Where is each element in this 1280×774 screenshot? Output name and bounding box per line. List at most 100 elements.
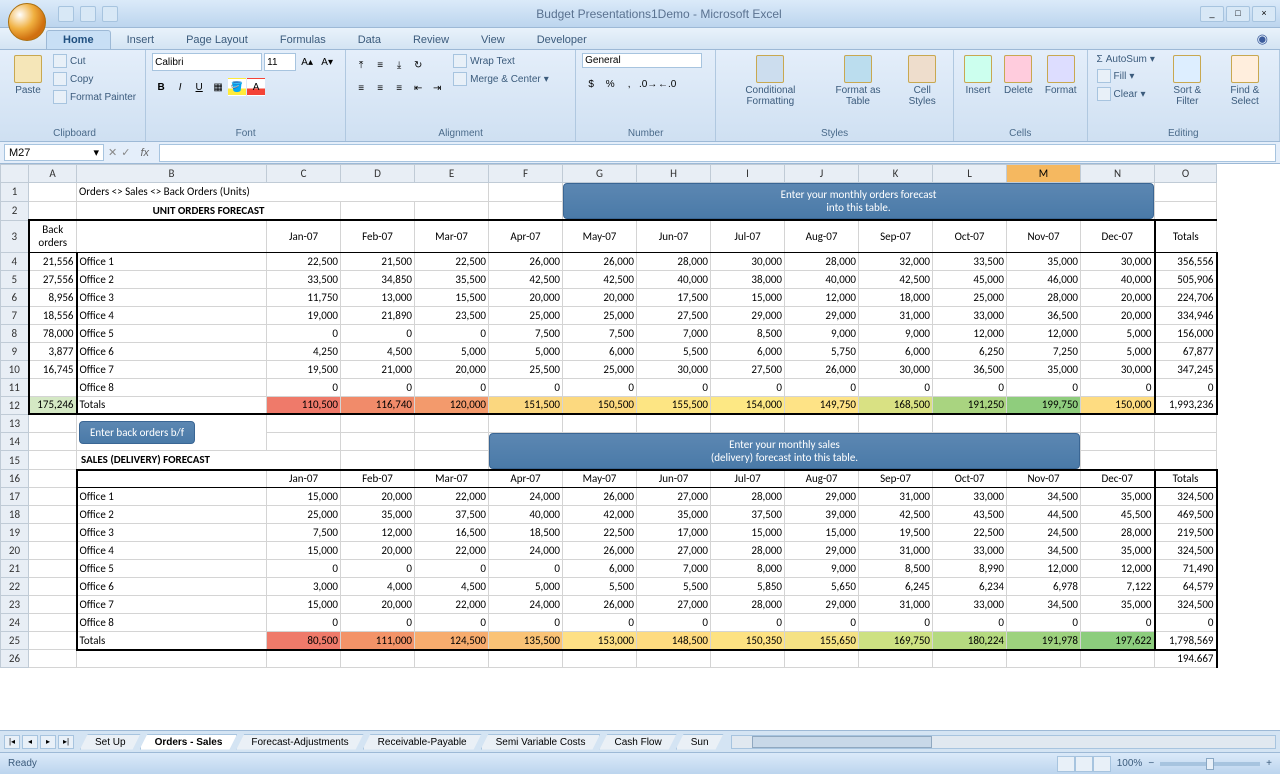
currency-button[interactable]: $ — [582, 75, 600, 93]
sort-filter-button[interactable]: Sort & Filter — [1162, 53, 1213, 109]
cell[interactable]: Office 7 — [77, 360, 267, 378]
cell[interactable]: 9,000 — [785, 560, 859, 578]
cell[interactable] — [341, 201, 415, 220]
cell[interactable]: 36,500 — [933, 360, 1007, 378]
close-button[interactable]: × — [1252, 6, 1276, 22]
cell[interactable]: 4,250 — [267, 342, 341, 360]
row-header[interactable]: 14 — [1, 432, 29, 451]
cell[interactable]: 12,000 — [341, 524, 415, 542]
cell[interactable]: 20,000 — [563, 288, 637, 306]
ribbon-tab-developer[interactable]: Developer — [521, 31, 603, 49]
cell[interactable]: 18,500 — [489, 524, 563, 542]
comma-button[interactable]: , — [620, 75, 638, 93]
cell[interactable] — [859, 414, 933, 432]
cell-styles-button[interactable]: Cell Styles — [897, 53, 947, 109]
row-header[interactable]: 2 — [1, 201, 29, 220]
cell[interactable]: 0 — [489, 614, 563, 632]
cell[interactable]: 0 — [341, 378, 415, 396]
cell[interactable]: Office 2 — [77, 506, 267, 524]
column-header[interactable]: H — [637, 165, 711, 183]
row-header[interactable]: 10 — [1, 360, 29, 378]
cell[interactable]: 21,500 — [341, 252, 415, 270]
cell[interactable]: 0 — [267, 560, 341, 578]
cell[interactable] — [29, 650, 77, 668]
cell[interactable]: 28,000 — [1007, 288, 1081, 306]
cell[interactable]: 23,500 — [415, 306, 489, 324]
cell[interactable]: 5,000 — [489, 342, 563, 360]
cell[interactable]: 110,500 — [267, 396, 341, 414]
cell[interactable] — [1007, 414, 1081, 432]
cell[interactable] — [489, 183, 563, 202]
cell[interactable] — [637, 650, 711, 668]
cell[interactable]: 28,000 — [637, 252, 711, 270]
sheet-tab[interactable]: Forecast-Adjustments — [236, 734, 363, 750]
cell[interactable]: 20,000 — [341, 542, 415, 560]
cell[interactable] — [415, 201, 489, 220]
cell[interactable]: May-07 — [563, 220, 637, 252]
cell[interactable]: 324,500 — [1155, 596, 1217, 614]
cell[interactable]: 149,750 — [785, 396, 859, 414]
cell[interactable]: 15,000 — [267, 488, 341, 506]
cell[interactable]: 0 — [1007, 614, 1081, 632]
cell[interactable]: 26,000 — [563, 252, 637, 270]
decrease-decimal-button[interactable]: ←.0 — [658, 75, 676, 93]
cell[interactable]: 0 — [933, 614, 1007, 632]
cell[interactable]: 175,246 — [29, 396, 77, 414]
row-header[interactable]: 15 — [1, 451, 29, 470]
cell[interactable]: Enter back orders b/f — [77, 414, 267, 451]
font-name-select[interactable] — [152, 53, 262, 71]
cell[interactable]: Orders <> Sales <> Back Orders (Units) — [77, 183, 489, 202]
cell[interactable]: 111,000 — [341, 632, 415, 650]
ribbon-tab-page-layout[interactable]: Page Layout — [170, 31, 264, 49]
cell[interactable]: 6,234 — [933, 578, 1007, 596]
zoom-in-button[interactable]: + — [1266, 758, 1272, 769]
cell[interactable]: Office 5 — [77, 560, 267, 578]
cell[interactable]: Jan-07 — [267, 220, 341, 252]
cell[interactable]: 44,500 — [1007, 506, 1081, 524]
cell[interactable]: 20,000 — [415, 360, 489, 378]
cell[interactable]: 197,622 — [1081, 632, 1155, 650]
cell[interactable]: 6,000 — [563, 560, 637, 578]
cell[interactable]: 16,500 — [415, 524, 489, 542]
cell[interactable]: 20,000 — [341, 488, 415, 506]
cell[interactable] — [785, 650, 859, 668]
cell[interactable]: 35,000 — [1007, 252, 1081, 270]
column-header[interactable]: J — [785, 165, 859, 183]
cell[interactable]: 4,000 — [341, 578, 415, 596]
cell[interactable]: 154,000 — [711, 396, 785, 414]
cell[interactable]: 45,000 — [933, 270, 1007, 288]
align-right-button[interactable]: ≡ — [390, 79, 408, 97]
wrap-text-button[interactable]: Wrap Text — [450, 53, 552, 69]
cell[interactable] — [933, 414, 1007, 432]
ribbon-tab-data[interactable]: Data — [342, 31, 397, 49]
cell[interactable]: 0 — [267, 378, 341, 396]
cell[interactable] — [29, 614, 77, 632]
cell[interactable]: Office 1 — [77, 488, 267, 506]
underline-button[interactable]: U — [190, 78, 208, 96]
cell[interactable] — [563, 414, 637, 432]
cell[interactable]: Totals — [77, 396, 267, 414]
cell[interactable] — [29, 488, 77, 506]
cell[interactable]: 35,500 — [415, 270, 489, 288]
formula-input[interactable] — [159, 144, 1276, 162]
cell[interactable] — [563, 650, 637, 668]
ribbon-tab-formulas[interactable]: Formulas — [264, 31, 342, 49]
cell[interactable]: 5,000 — [489, 578, 563, 596]
cell[interactable]: 334,946 — [1155, 306, 1217, 324]
cell[interactable]: 21,556 — [29, 252, 77, 270]
cell[interactable]: 27,556 — [29, 270, 77, 288]
qat-save-icon[interactable] — [58, 6, 74, 22]
align-left-button[interactable]: ≡ — [352, 79, 370, 97]
cell[interactable]: Office 3 — [77, 524, 267, 542]
cell[interactable]: Mar-07 — [415, 220, 489, 252]
cell[interactable]: 22,000 — [415, 542, 489, 560]
cell[interactable]: 20,000 — [489, 288, 563, 306]
row-header[interactable]: 25 — [1, 632, 29, 650]
cell[interactable]: Office 4 — [77, 542, 267, 560]
cell[interactable] — [415, 451, 489, 470]
worksheet-grid[interactable]: ABCDEFGHIJKLMNO1Orders <> Sales <> Back … — [0, 164, 1280, 730]
cell[interactable]: 0 — [563, 614, 637, 632]
cell[interactable]: 27,500 — [637, 306, 711, 324]
cell[interactable]: 5,000 — [1081, 342, 1155, 360]
cell[interactable] — [29, 560, 77, 578]
